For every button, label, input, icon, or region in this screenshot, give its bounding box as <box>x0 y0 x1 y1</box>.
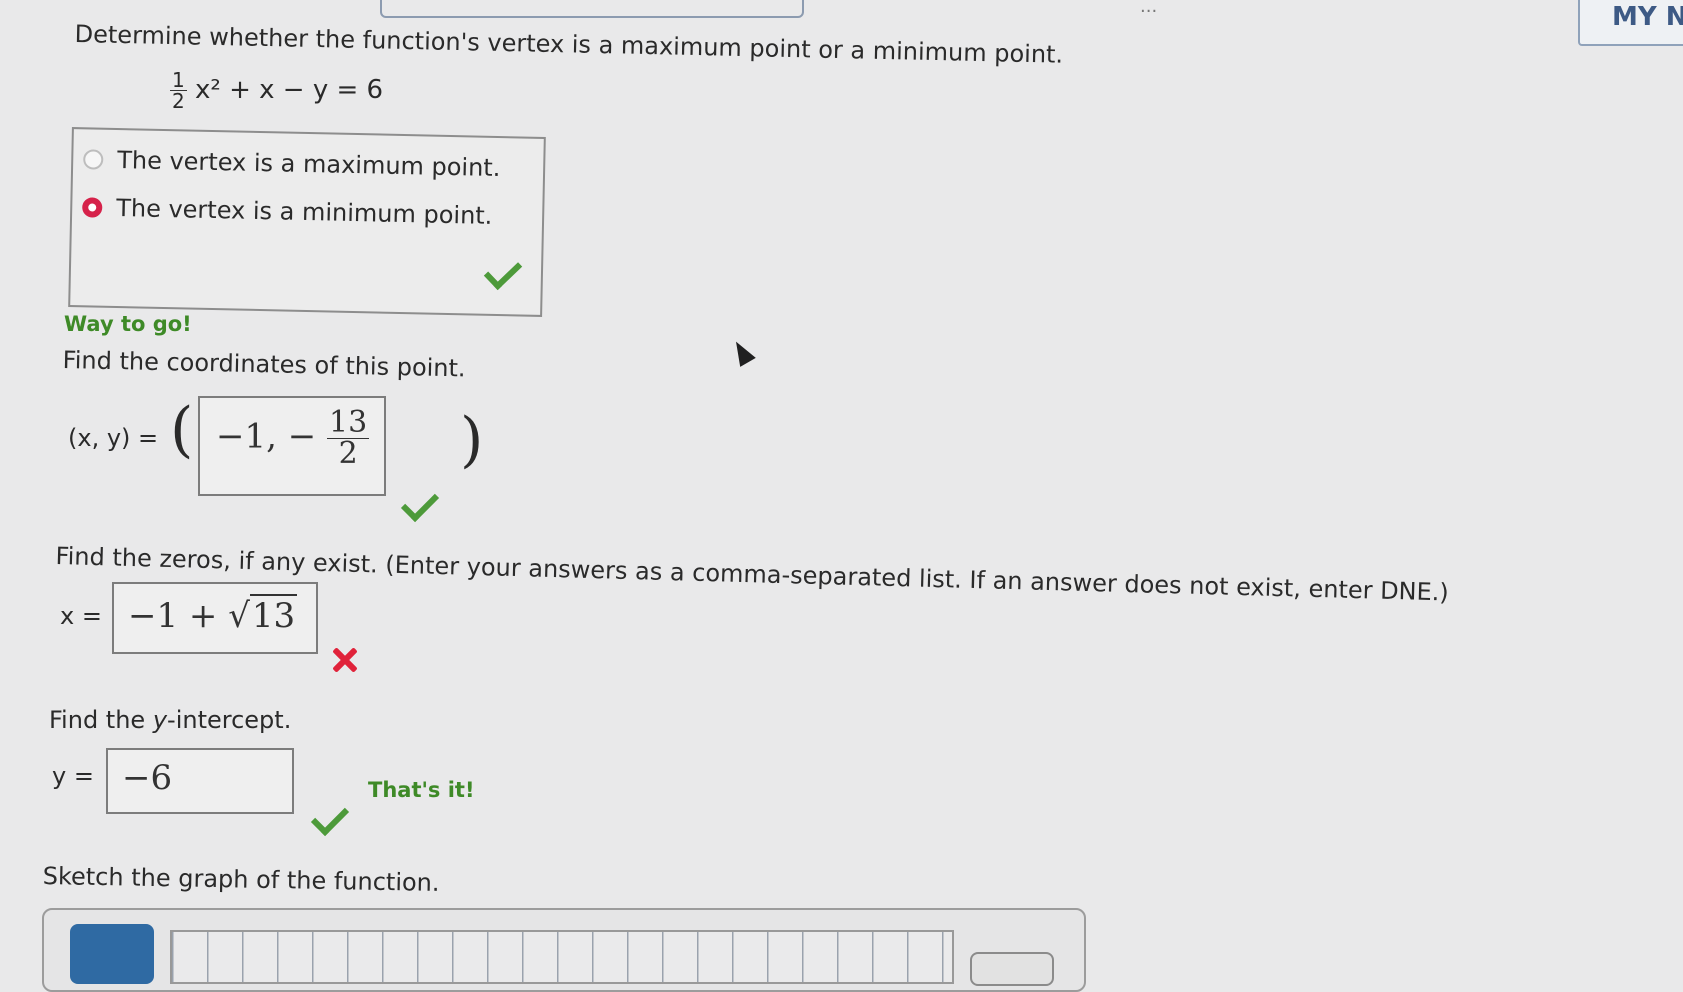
checkmark-icon <box>483 252 523 291</box>
coords-answer-fraction: 13 2 <box>327 405 370 471</box>
sqrt-icon: √ <box>228 596 250 636</box>
my-notes-button[interactable]: MY N <box>1578 0 1683 46</box>
graph-tool-button[interactable] <box>70 924 154 984</box>
sketch-prompt: Sketch the graph of the function. <box>42 862 440 897</box>
coords-answer-x: −1, − <box>216 416 317 457</box>
zeros-lhs: x = <box>60 602 102 630</box>
graph-side-button[interactable] <box>970 952 1054 986</box>
checkmark-icon <box>400 483 440 523</box>
yint-answer-field[interactable]: −6 <box>106 748 294 814</box>
coords-prompt: Find the coordinates of this point. <box>62 346 466 383</box>
equation-rest: x² + x − y = 6 <box>195 75 384 105</box>
feedback-thats-it: That's it! <box>368 778 475 802</box>
zeros-answer-prefix: −1 + <box>128 596 218 636</box>
coords-lhs: (x, y) = <box>68 424 159 452</box>
mouse-cursor-icon <box>728 337 756 367</box>
equation-fraction: 1 2 <box>170 68 187 113</box>
coords-close-paren: ) <box>460 405 484 475</box>
choice-maximum-label[interactable]: The vertex is a maximum point. <box>117 146 501 182</box>
coords-answer-field[interactable]: −1, − 13 2 <box>198 396 386 496</box>
radio-minimum[interactable] <box>82 197 103 218</box>
cross-icon <box>330 645 360 675</box>
top-panel-edge <box>380 0 804 18</box>
yint-prompt: Find the y-intercept. <box>49 706 292 734</box>
choice-group: The vertex is a maximum point. The verte… <box>68 127 546 317</box>
choice-minimum-label[interactable]: The vertex is a minimum point. <box>116 194 493 230</box>
zeros-answer-radical: √13 <box>228 594 298 636</box>
zeros-answer-field[interactable]: −1 + √13 <box>112 582 318 654</box>
yint-lhs: y = <box>52 762 94 790</box>
question-prompt: Determine whether the function's vertex … <box>74 20 1064 69</box>
coords-open-paren: ( <box>170 395 194 465</box>
feedback-way-to-go: Way to go! <box>64 312 192 336</box>
topbar-partial-text: ... <box>1140 0 1158 17</box>
question-equation: 1 2 x² + x − y = 6 <box>170 70 383 111</box>
graph-grid[interactable] <box>170 930 954 984</box>
radio-maximum[interactable] <box>83 149 104 170</box>
checkmark-icon <box>310 797 350 837</box>
